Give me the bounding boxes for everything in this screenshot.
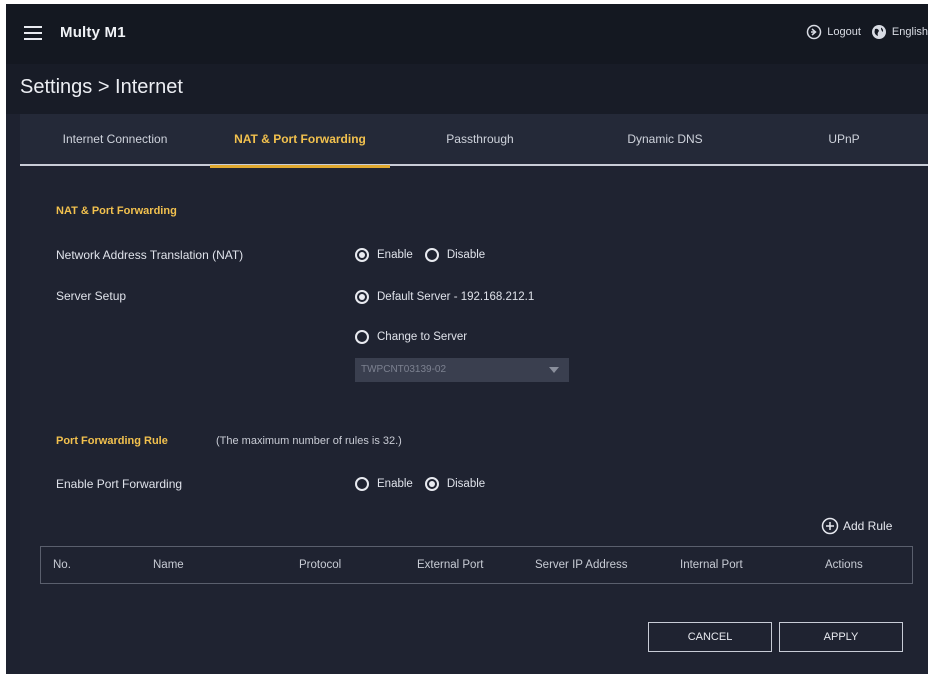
column-header-name: Name <box>153 559 184 571</box>
nat-disable-label: Disable <box>446 249 486 261</box>
logout-label: Logout <box>827 26 861 38</box>
pf-disable-label: Disable <box>446 478 486 490</box>
nat-disable-radio[interactable]: Disable <box>424 248 486 262</box>
globe-icon <box>871 25 886 39</box>
default-server-label: Default Server - 192.168.212.1 <box>377 291 535 303</box>
radio-selected-icon <box>424 477 439 491</box>
column-header-server-ip: Server IP Address <box>535 559 628 571</box>
column-header-protocol: Protocol <box>299 559 342 571</box>
column-header-no: No. <box>53 559 71 571</box>
app-frame: Multy M1 Logout English Settings > Inter… <box>6 4 928 674</box>
nat-enable-label: Enable <box>377 249 413 261</box>
tab-internet-connection[interactable]: Internet Connection <box>20 114 210 166</box>
brand-name: Multy M1 <box>60 24 126 41</box>
server-select-value: TWPCNT03139-02 <box>361 364 447 375</box>
content-panel: NAT & Port Forwarding Network Address Tr… <box>20 168 928 674</box>
server-setup-label: Server Setup <box>56 289 127 303</box>
port-forwarding-radio-group: Enable Disable <box>355 477 497 491</box>
pf-enable-radio[interactable]: Enable <box>355 477 413 491</box>
default-server-radio-group: Default Server - 192.168.212.1 <box>355 290 546 304</box>
radio-unselected-icon <box>424 248 439 262</box>
add-rule-label: Add Rule <box>843 519 893 533</box>
chevron-down-icon <box>549 367 559 373</box>
column-header-internal-port: Internal Port <box>680 559 743 571</box>
nat-enable-radio[interactable]: Enable <box>355 248 413 262</box>
port-forwarding-section-title: Port Forwarding Rule <box>56 435 168 447</box>
top-bar: Multy M1 Logout English <box>6 4 928 64</box>
tab-passthrough[interactable]: Passthrough <box>390 114 570 166</box>
logout-button[interactable]: Logout <box>806 24 861 40</box>
default-server-radio[interactable]: Default Server - 192.168.212.1 <box>355 290 534 304</box>
change-server-label: Change to Server <box>377 331 468 343</box>
max-rules-note: (The maximum number of rules is 32.) <box>216 435 402 447</box>
tab-nat-port-forwarding[interactable]: NAT & Port Forwarding <box>210 114 390 168</box>
change-server-radio[interactable]: Change to Server <box>355 330 467 344</box>
enable-port-forwarding-label: Enable Port Forwarding <box>56 477 183 491</box>
breadcrumb-bar: Settings > Internet <box>6 64 928 114</box>
server-select[interactable]: TWPCNT03139-02 <box>355 358 569 382</box>
nat-radio-group: Enable Disable <box>355 248 497 262</box>
radio-selected-icon <box>355 290 369 304</box>
change-server-radio-group: Change to Server <box>355 330 479 344</box>
menu-icon[interactable] <box>24 26 42 40</box>
tab-upnp[interactable]: UPnP <box>760 114 928 166</box>
plus-circle-icon <box>821 517 839 535</box>
apply-button[interactable]: APPLY <box>779 622 903 652</box>
tab-dynamic-dns[interactable]: Dynamic DNS <box>570 114 760 166</box>
logout-icon <box>807 24 822 40</box>
port-forwarding-table-header: No. Name Protocol External Port Server I… <box>40 546 913 584</box>
pf-enable-label: Enable <box>377 478 413 490</box>
nat-label: Network Address Translation (NAT) <box>56 248 244 262</box>
pf-disable-radio[interactable]: Disable <box>424 477 486 491</box>
radio-unselected-icon <box>355 477 369 491</box>
radio-selected-icon <box>355 248 369 262</box>
language-label: English <box>891 26 928 38</box>
add-rule-button[interactable]: Add Rule <box>821 517 892 535</box>
nat-section-title: NAT & Port Forwarding <box>56 205 177 217</box>
tab-bar: Internet Connection NAT & Port Forwardin… <box>20 114 928 168</box>
column-header-external-port: External Port <box>417 559 484 571</box>
radio-unselected-icon <box>355 330 369 344</box>
language-button[interactable]: English <box>871 24 928 40</box>
top-right-actions: Logout English <box>796 24 928 40</box>
cancel-button[interactable]: CANCEL <box>648 622 772 652</box>
column-header-actions: Actions <box>825 559 863 571</box>
breadcrumb: Settings > Internet <box>20 76 183 98</box>
